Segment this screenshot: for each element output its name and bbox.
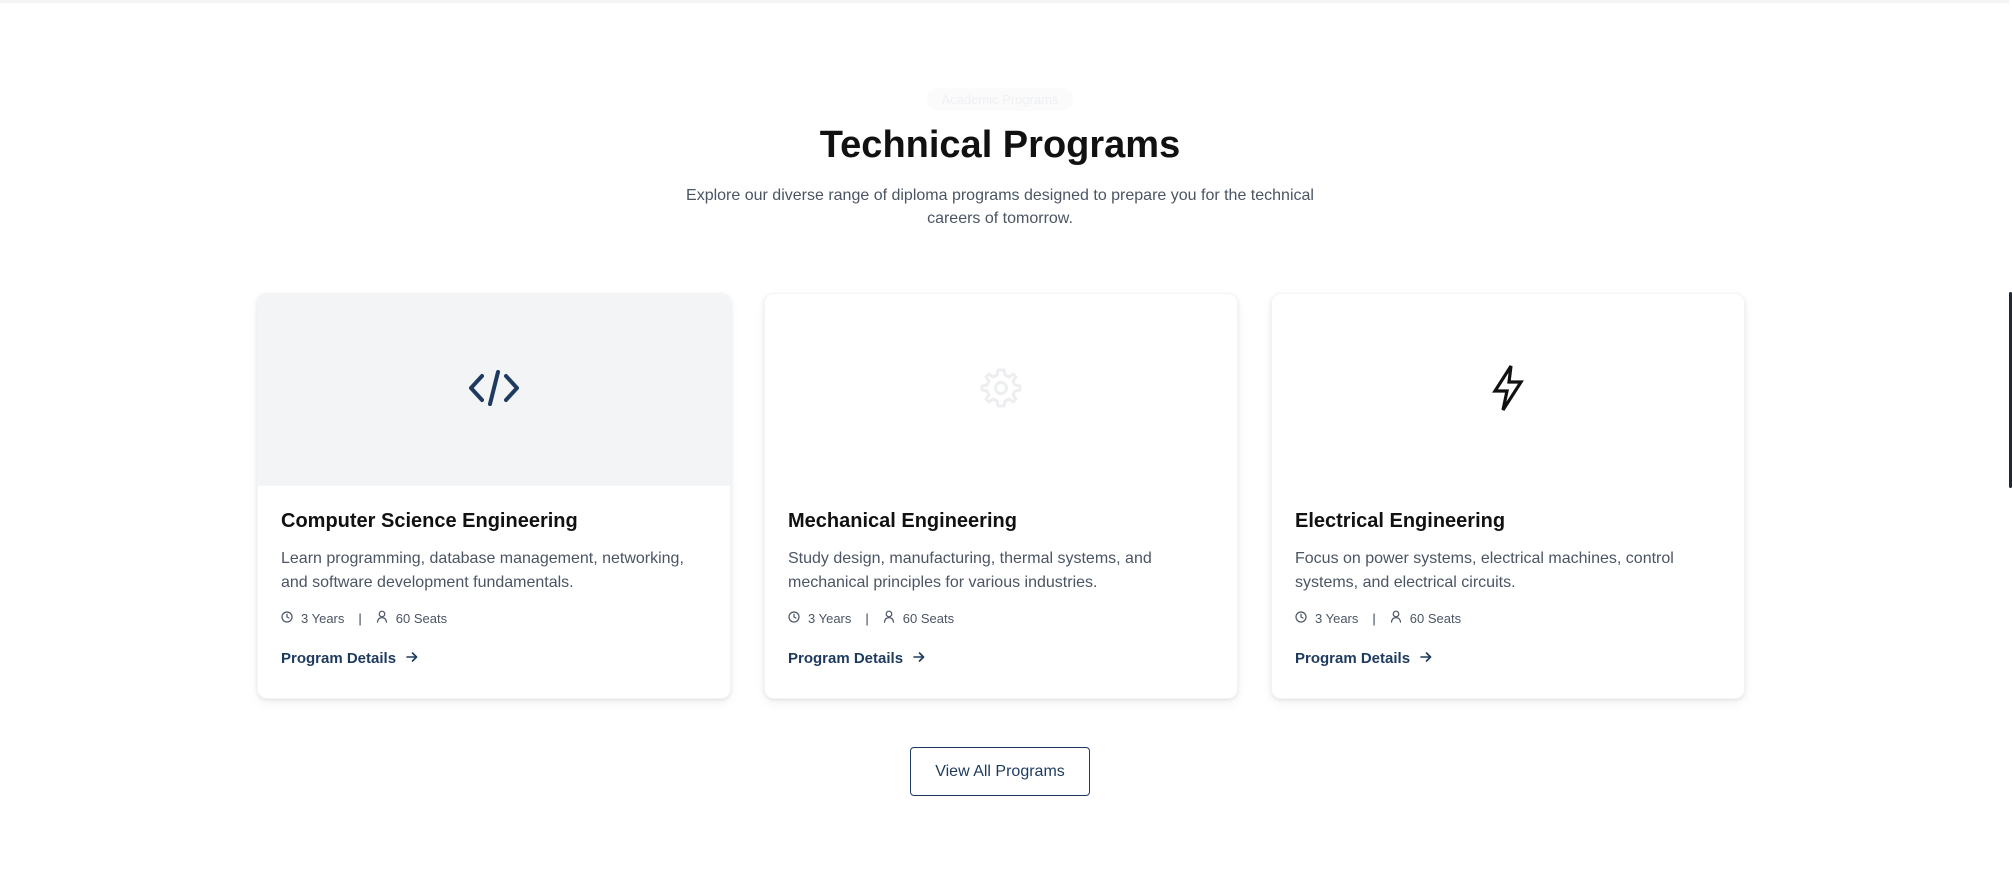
gear-icon <box>979 366 1023 415</box>
program-card-mechanical[interactable]: Mechanical Engineering Study design, man… <box>764 293 1238 699</box>
user-icon <box>376 610 396 626</box>
clock-icon <box>281 610 301 626</box>
link-label: Program Details <box>788 650 904 667</box>
seats-text: 60 Seats <box>1409 610 1462 626</box>
card-media <box>765 294 1237 486</box>
card-media <box>1272 294 1744 486</box>
card-meta: 3 Years | 60 Seats <box>281 609 707 627</box>
eyebrow-badge: Academic Programs <box>927 88 1073 111</box>
seats-text: 60 Seats <box>902 610 955 626</box>
card-title: Computer Science Engineering <box>281 510 578 532</box>
card-description: Focus on power systems, electrical machi… <box>1295 550 1674 591</box>
meta-separator: | <box>1372 610 1376 626</box>
meta-separator: | <box>865 610 869 626</box>
seats-text: 60 Seats <box>395 610 448 626</box>
lightning-icon <box>1488 363 1528 418</box>
duration-text: 3 Years <box>808 610 852 626</box>
card-media <box>258 294 730 486</box>
arrow-right-icon <box>903 650 925 667</box>
clock-icon <box>1295 610 1315 626</box>
program-cards: Computer Science Engineering Learn progr… <box>257 293 1745 699</box>
program-details-link[interactable]: Program Details <box>1295 650 1432 667</box>
code-icon <box>468 368 520 413</box>
program-details-link[interactable]: Program Details <box>281 650 418 667</box>
arrow-right-icon <box>396 650 418 667</box>
program-details-link[interactable]: Program Details <box>788 650 925 667</box>
section-subtitle: Explore our diverse range of diploma pro… <box>686 187 1314 227</box>
user-icon <box>883 610 903 626</box>
user-icon <box>1390 610 1410 626</box>
programs-section: Academic Programs Technical Programs Exp… <box>0 0 2012 875</box>
link-label: Program Details <box>281 650 397 667</box>
view-all-programs-button[interactable]: View All Programs <box>910 747 1090 796</box>
card-meta: 3 Years | 60 Seats <box>1295 609 1721 627</box>
card-meta: 3 Years | 60 Seats <box>788 609 1214 627</box>
clock-icon <box>788 610 808 626</box>
program-card-computer-science[interactable]: Computer Science Engineering Learn progr… <box>257 293 731 699</box>
card-title: Electrical Engineering <box>1295 510 1506 532</box>
arrow-right-icon <box>1410 650 1432 667</box>
section-eyebrow: Academic Programs <box>0 88 2000 111</box>
link-label: Program Details <box>1295 650 1411 667</box>
duration-text: 3 Years <box>301 610 345 626</box>
meta-separator: | <box>358 610 362 626</box>
program-card-electrical[interactable]: Electrical Engineering Focus on power sy… <box>1271 293 1745 699</box>
card-description: Study design, manufacturing, thermal sys… <box>788 550 1152 591</box>
section-title: Technical Programs <box>819 124 1181 166</box>
card-description: Learn programming, database management, … <box>281 550 684 591</box>
duration-text: 3 Years <box>1315 610 1359 626</box>
card-title: Mechanical Engineering <box>788 510 1017 532</box>
